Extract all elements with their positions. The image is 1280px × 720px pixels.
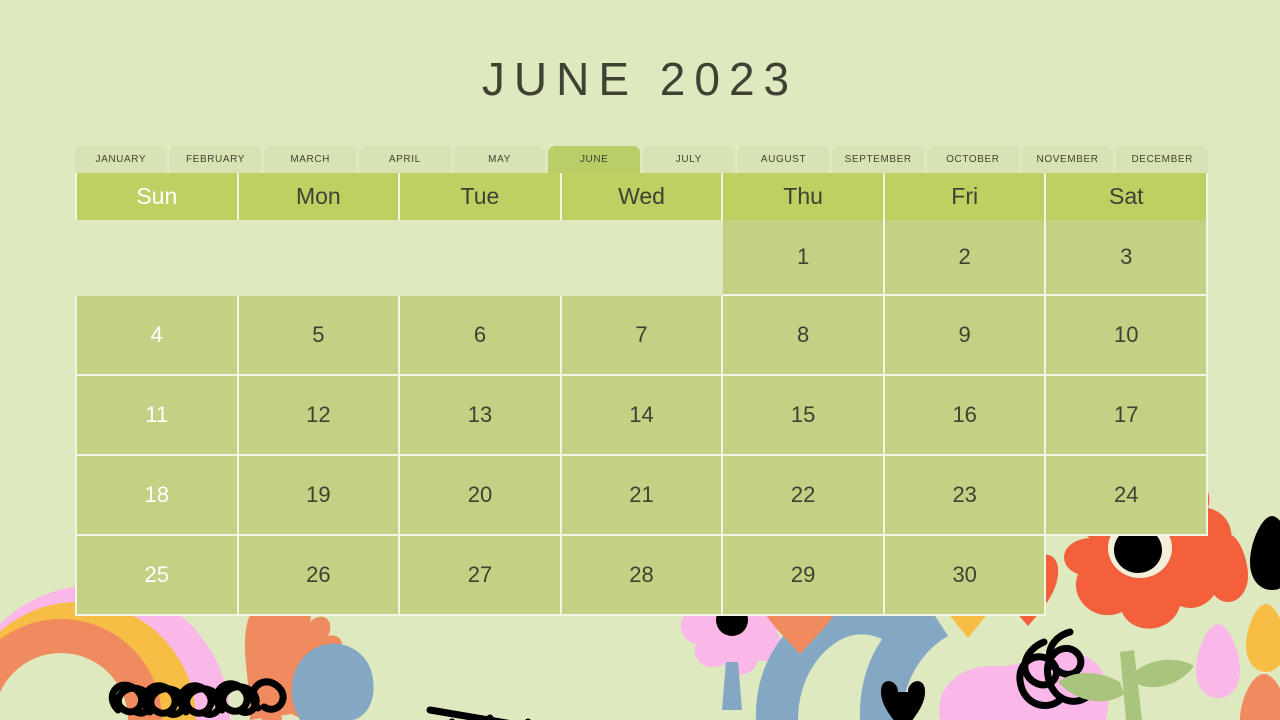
- day-cell[interactable]: 2: [884, 220, 1047, 296]
- day-cell[interactable]: 24: [1046, 456, 1209, 536]
- weekday-sun: Sun: [75, 173, 239, 220]
- day-cell[interactable]: 1: [723, 220, 885, 296]
- day-cell[interactable]: 17: [1046, 376, 1209, 456]
- weekday-thu: Thu: [723, 173, 885, 220]
- day-cell[interactable]: 12: [238, 376, 401, 456]
- week-row: 18 19 20 21 22 23 24: [75, 456, 1209, 536]
- day-cell[interactable]: 27: [400, 536, 562, 616]
- day-cell[interactable]: 15: [723, 376, 885, 456]
- day-cell[interactable]: 13: [400, 376, 562, 456]
- day-cell[interactable]: 10: [1046, 296, 1209, 376]
- day-cell[interactable]: 22: [723, 456, 885, 536]
- day-cell[interactable]: 8: [723, 296, 885, 376]
- weekday-tue: Tue: [400, 173, 562, 220]
- day-cell[interactable]: 23: [884, 456, 1047, 536]
- green-stem: [1058, 650, 1194, 720]
- tab-september[interactable]: SEPTEMBER: [832, 146, 925, 173]
- black-heart: [880, 681, 926, 720]
- tab-january[interactable]: JANUARY: [75, 146, 167, 173]
- tab-december[interactable]: DECEMBER: [1116, 146, 1209, 173]
- day-cell[interactable]: 3: [1046, 220, 1209, 296]
- weekday-wed: Wed: [561, 173, 724, 220]
- day-cell[interactable]: 29: [723, 536, 885, 616]
- blue-blob: [291, 643, 374, 720]
- tab-july[interactable]: JULY: [643, 146, 735, 173]
- weekday-fri: Fri: [884, 173, 1047, 220]
- day-cell[interactable]: 16: [884, 376, 1047, 456]
- day-cell[interactable]: 9: [884, 296, 1047, 376]
- day-cell[interactable]: [239, 220, 401, 296]
- day-cell[interactable]: 11: [75, 376, 239, 456]
- rainbow-arc-pink-inner: [50, 660, 170, 720]
- day-cell[interactable]: 28: [561, 536, 724, 616]
- day-cell[interactable]: 4: [75, 296, 239, 376]
- day-cell[interactable]: 30: [884, 536, 1047, 616]
- day-cell[interactable]: 26: [238, 536, 401, 616]
- day-cell[interactable]: [562, 220, 724, 296]
- day-cell[interactable]: 19: [238, 456, 401, 536]
- day-cell[interactable]: [1046, 536, 1208, 616]
- rainbow-arc-coral: [0, 619, 162, 720]
- day-cell[interactable]: [75, 220, 239, 296]
- day-cell[interactable]: [400, 220, 562, 296]
- day-cell[interactable]: 5: [238, 296, 401, 376]
- day-cell[interactable]: 7: [561, 296, 724, 376]
- weekday-mon: Mon: [238, 173, 401, 220]
- day-cell[interactable]: 20: [400, 456, 562, 536]
- week-row: 25 26 27 28 29 30: [75, 536, 1208, 616]
- calendar-grid: Sun Mon Tue Wed Thu Fri Sat 1 2 3 4 5 6 …: [75, 173, 1209, 616]
- day-cell[interactable]: 18: [75, 456, 239, 536]
- tab-april[interactable]: APRIL: [359, 146, 451, 173]
- week-row: 1 2 3: [75, 220, 1209, 296]
- month-tab-bar: JANUARY FEBRUARY MARCH APRIL MAY JUNE JU…: [75, 146, 1209, 173]
- tab-february[interactable]: FEBRUARY: [169, 146, 262, 173]
- cursive-squiggle: [1016, 628, 1094, 709]
- week-row: 4 5 6 7 8 9 10: [75, 296, 1209, 376]
- tab-october[interactable]: OCTOBER: [927, 146, 1019, 173]
- weekday-header-row: Sun Mon Tue Wed Thu Fri Sat: [75, 173, 1209, 220]
- day-cell[interactable]: 6: [400, 296, 562, 376]
- coral-leaf: [244, 602, 344, 720]
- teardrop-cluster: [1196, 516, 1280, 720]
- tab-june[interactable]: JUNE: [548, 146, 641, 173]
- tab-march[interactable]: MARCH: [264, 146, 357, 173]
- tab-august[interactable]: AUGUST: [737, 146, 830, 173]
- week-row: 11 12 13 14 15 16 17: [75, 376, 1209, 456]
- blue-arch-2: [859, 602, 948, 720]
- calendar-page: JUNE 2023 JANUARY FEBRUARY MARCH APRIL M…: [0, 0, 1280, 720]
- rainbow-arc-yellow: [0, 602, 196, 720]
- tab-november[interactable]: NOVEMBER: [1021, 146, 1114, 173]
- day-cell[interactable]: 21: [561, 456, 724, 536]
- weekday-sat: Sat: [1046, 173, 1209, 220]
- pink-blob: [939, 651, 1109, 720]
- page-title: JUNE 2023: [481, 53, 799, 105]
- spiral-squiggle: [108, 678, 287, 718]
- lattice-doodle: [426, 706, 531, 720]
- tab-may[interactable]: MAY: [453, 146, 546, 173]
- day-cell[interactable]: 25: [75, 536, 239, 616]
- day-cell[interactable]: 14: [561, 376, 724, 456]
